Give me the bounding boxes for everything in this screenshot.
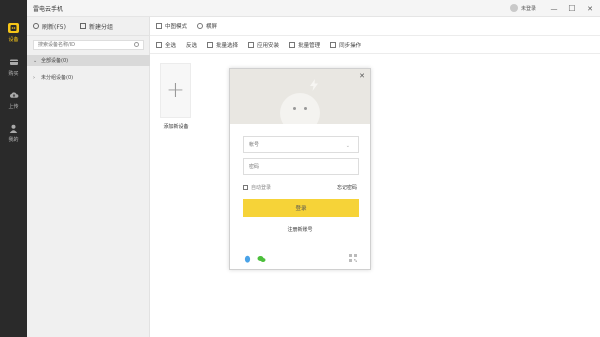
nav-rail: 设备 购买 上传 我的 [0, 0, 27, 337]
select-all-checkbox[interactable]: 全选 [156, 41, 176, 49]
group-item-all[interactable]: ⌄ 全部设备(0) [27, 55, 150, 66]
batch-manage-button[interactable]: 批量管理 [289, 41, 320, 49]
title-bar: 雷电云手机 未登录 — ☐ ✕ [27, 0, 600, 17]
rail-label: 购买 [8, 70, 19, 77]
group-panel: 刷新(F5) 新建分组 ⌄ 全部设备(0) › 未分组设备(0) [27, 17, 150, 337]
search-icon[interactable] [134, 42, 139, 47]
add-device-label: 添加新设备 [163, 124, 189, 130]
rail-item-upload[interactable]: 上传 [0, 85, 27, 115]
refresh-label: 刷新(F5) [42, 23, 66, 31]
account-field[interactable] [243, 136, 359, 153]
app-icon [248, 41, 255, 48]
group-item-ungrouped[interactable]: › 未分组设备(0) [27, 72, 150, 83]
minimize-button[interactable]: — [548, 3, 560, 14]
chevron-down-icon[interactable]: ⌄ [33, 58, 39, 64]
select-all-label: 全选 [165, 42, 177, 49]
close-icon[interactable]: ✕ [359, 72, 365, 80]
forgot-password-link[interactable]: 忘记密码 [337, 184, 357, 191]
chevron-right-icon[interactable]: › [33, 75, 39, 81]
invert-label: 反选 [186, 42, 198, 49]
login-button[interactable]: 登录 [243, 199, 359, 217]
device-icon [8, 23, 19, 33]
checkbox[interactable] [243, 185, 248, 190]
rail-label: 设备 [8, 37, 19, 43]
auto-login-label: 自动登录 [251, 185, 272, 191]
refresh-icon [33, 23, 39, 29]
view-bar: 中图模式 横屏 [150, 17, 600, 36]
new-group-button[interactable]: 新建分组 [79, 22, 113, 31]
install-app-button[interactable]: 应用安装 [248, 41, 279, 49]
view-mode-button[interactable]: 中图模式 [156, 22, 187, 30]
refresh-button[interactable]: 刷新(F5) [33, 22, 66, 31]
login-dialog: ✕ ⌄ 自动登录 忘记密码 登录 注册新账号 [229, 68, 371, 270]
install-app-label: 应用安装 [257, 42, 280, 49]
maximize-button[interactable]: ☐ [566, 3, 578, 14]
cart-icon [9, 58, 19, 67]
action-bar: 全选 反选 批量选择 应用安装 批量管理 同步操作 [150, 36, 600, 54]
grid-icon [156, 23, 162, 29]
close-button[interactable]: ✕ [584, 3, 596, 14]
mascot-image [280, 93, 320, 124]
orientation-label: 横屏 [206, 24, 218, 30]
avatar [509, 4, 518, 12]
group-toolbar: 刷新(F5) 新建分组 [27, 17, 149, 36]
account-status-label: 未登录 [520, 5, 536, 12]
dialog-banner: ✕ [230, 69, 370, 124]
sync-ops-label: 同步操作 [339, 42, 362, 49]
rail-item-mine[interactable]: 我的 [0, 118, 27, 148]
register-link[interactable]: 注册新账号 [230, 226, 370, 233]
device-area: + 添加新设备 [150, 54, 600, 337]
orientation-button[interactable]: 横屏 [197, 22, 217, 30]
checkbox[interactable] [156, 41, 162, 48]
user-icon [9, 124, 19, 133]
batch-manage-label: 批量管理 [298, 42, 321, 49]
sync-ops-button[interactable]: 同步操作 [330, 41, 361, 49]
batch-select-button[interactable]: 批量选择 [207, 41, 238, 49]
plus-icon: + [166, 77, 185, 103]
group-label: 未分组设备(0) [41, 75, 74, 81]
manage-icon [289, 41, 296, 48]
search-input[interactable] [33, 40, 144, 50]
mascot-eye [293, 107, 296, 110]
view-mode-label: 中图模式 [165, 24, 188, 30]
password-field[interactable] [243, 158, 359, 175]
account-status[interactable]: 未登录 [509, 4, 536, 12]
mascot-eye [304, 107, 307, 110]
qr-code-icon[interactable] [349, 254, 357, 262]
rail-label: 我的 [8, 136, 19, 143]
add-device-card[interactable]: + [160, 63, 191, 118]
lightning-icon [310, 79, 318, 91]
sync-icon [330, 41, 337, 48]
cloud-upload-icon [9, 91, 19, 100]
folder-icon [79, 23, 86, 29]
qq-icon[interactable] [244, 255, 251, 263]
auto-login-checkbox[interactable]: 自动登录 [243, 184, 271, 191]
rail-item-buy[interactable]: 购买 [0, 52, 27, 82]
invert-selection-button[interactable]: 反选 [186, 41, 197, 49]
wechat-icon[interactable] [257, 255, 266, 263]
app-title: 雷电云手机 [33, 5, 64, 13]
batch-select-label: 批量选择 [216, 42, 239, 49]
list-icon [207, 41, 214, 48]
rail-label: 上传 [8, 103, 19, 110]
rotate-icon [197, 23, 204, 29]
rail-item-device[interactable]: 设备 [0, 18, 27, 48]
group-label: 全部设备(0) [41, 58, 69, 64]
new-group-label: 新建分组 [88, 23, 113, 31]
chevron-down-icon[interactable]: ⌄ [346, 143, 350, 149]
